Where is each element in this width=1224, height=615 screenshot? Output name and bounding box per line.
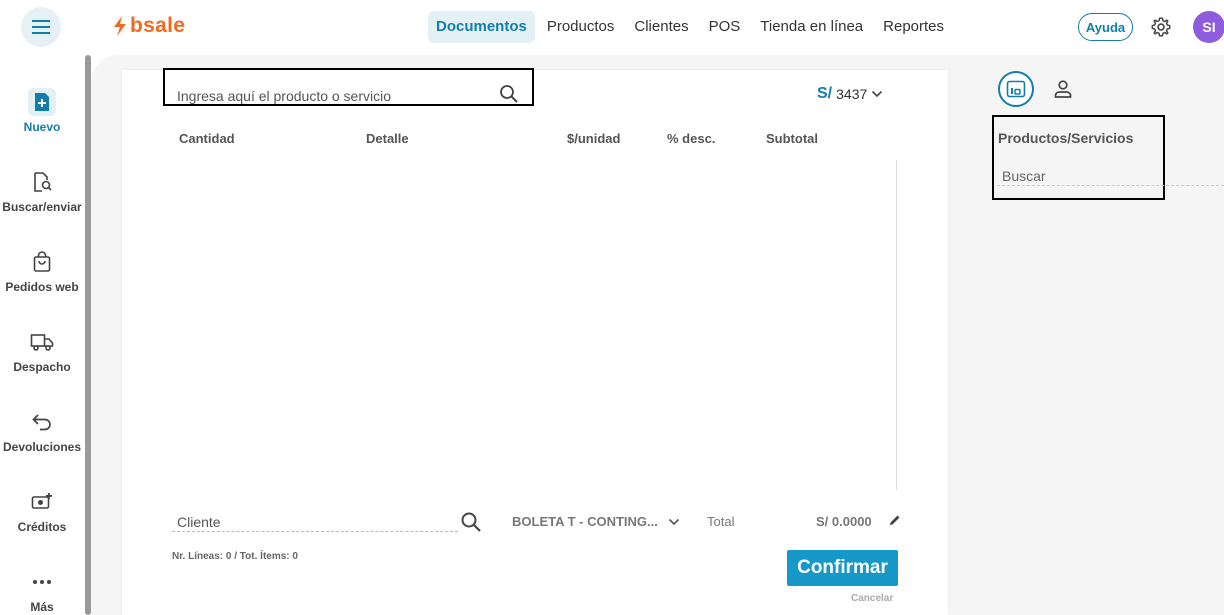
logo-text: bsale xyxy=(130,14,186,37)
client-input[interactable] xyxy=(172,510,432,530)
total-label: Total xyxy=(707,514,735,529)
main-nav: Documentos Productos Clientes POS Tienda… xyxy=(428,11,956,43)
sidebar-item-label: Créditos xyxy=(17,520,67,534)
nav-productos[interactable]: Productos xyxy=(539,11,623,43)
gear-icon[interactable] xyxy=(1150,16,1172,38)
products-icon xyxy=(1006,80,1026,98)
cancel-link[interactable]: Cancelar xyxy=(851,593,893,604)
nav-tienda-en-linea[interactable]: Tienda en línea xyxy=(752,11,871,43)
sidebar-item-mas[interactable]: Más xyxy=(0,568,84,614)
column-header-discount: % desc. xyxy=(667,131,716,146)
sidebar: Nuevo Buscar/enviar Pedidos web Despacho… xyxy=(0,55,84,615)
column-header-subtotal: Subtotal xyxy=(766,131,818,146)
currency-code: 3437 xyxy=(836,86,868,102)
tab-products[interactable] xyxy=(998,71,1034,107)
lines-info: Nr. Líneas: 0 / Tot. Ítems: 0 xyxy=(172,551,298,562)
sidebar-item-pedidos-web[interactable]: Pedidos web xyxy=(0,248,84,294)
sidebar-item-despacho[interactable]: Despacho xyxy=(0,328,84,374)
client-search-icon[interactable] xyxy=(460,511,482,533)
hamburger-icon xyxy=(32,20,50,34)
shopping-bag-icon xyxy=(28,248,56,276)
sidebar-item-label: Buscar/enviar xyxy=(2,200,82,214)
top-bar: bsale Documentos Productos Clientes POS … xyxy=(0,0,1224,55)
sidebar-item-devoluciones[interactable]: Devoluciones xyxy=(0,408,84,454)
search-icon[interactable] xyxy=(499,84,519,104)
column-header-cantidad: Cantidad xyxy=(179,131,235,146)
currency-selector[interactable]: S/ 3437 xyxy=(817,85,883,103)
nav-clientes[interactable]: Clientes xyxy=(626,11,696,43)
user-avatar[interactable]: SI xyxy=(1193,11,1224,43)
document-type-value: BOLETA T - CONTING... xyxy=(512,514,658,529)
products-search-field xyxy=(997,166,1224,186)
sidebar-item-buscar-enviar[interactable]: Buscar/enviar xyxy=(0,168,84,214)
items-list-scrollbar[interactable] xyxy=(896,160,897,490)
document-type-select[interactable]: BOLETA T - CONTING... xyxy=(512,514,680,529)
products-search-input[interactable] xyxy=(997,166,1157,184)
nav-reportes[interactable]: Reportes xyxy=(875,11,952,43)
pencil-icon[interactable] xyxy=(888,513,902,527)
product-search-input[interactable] xyxy=(177,88,497,104)
sidebar-item-label: Nuevo xyxy=(23,120,61,134)
client-field xyxy=(172,510,458,532)
sidebar-item-label: Pedidos web xyxy=(5,280,79,294)
sidebar-item-label: Despacho xyxy=(13,360,71,374)
nav-documentos[interactable]: Documentos xyxy=(428,11,535,43)
return-arrow-icon xyxy=(28,408,56,436)
user-icon[interactable] xyxy=(1052,78,1074,100)
product-search-box xyxy=(163,68,534,106)
credit-icon xyxy=(28,488,56,516)
sidebar-item-label: Más xyxy=(30,600,54,614)
currency-symbol: S/ xyxy=(817,85,833,102)
confirm-button[interactable]: Confirmar xyxy=(787,550,898,586)
column-header-unit-price: $/unidad xyxy=(567,131,621,146)
bsale-logo[interactable]: bsale xyxy=(112,14,185,38)
document-panel xyxy=(122,70,948,615)
more-dots-icon xyxy=(28,568,56,596)
products-highlight-box xyxy=(992,115,1165,200)
sidebar-item-creditos[interactable]: Créditos xyxy=(0,488,84,534)
products-title: Productos/Servicios xyxy=(998,130,1134,146)
sidebar-item-nuevo[interactable]: Nuevo xyxy=(0,88,84,134)
help-button[interactable]: Ayuda xyxy=(1078,13,1133,41)
search-document-icon xyxy=(28,168,56,196)
truck-icon xyxy=(28,328,56,356)
sidebar-item-label: Devoluciones xyxy=(2,440,82,454)
menu-button[interactable] xyxy=(21,7,61,47)
column-header-detalle: Detalle xyxy=(366,131,409,146)
chevron-down-icon xyxy=(872,90,883,98)
total-value: S/ 0.0000 xyxy=(816,514,872,529)
new-document-icon xyxy=(28,88,56,116)
nav-pos[interactable]: POS xyxy=(701,11,749,43)
bolt-logo-icon xyxy=(114,16,126,36)
chevron-down-icon xyxy=(668,518,679,525)
